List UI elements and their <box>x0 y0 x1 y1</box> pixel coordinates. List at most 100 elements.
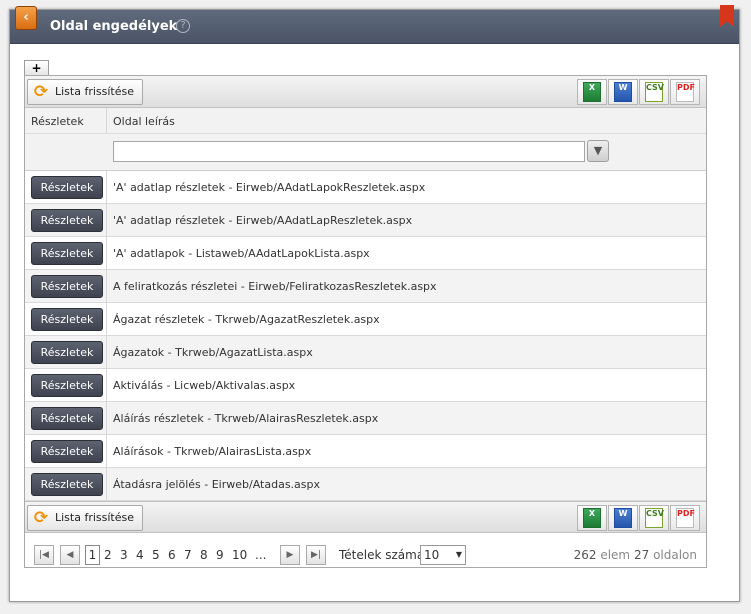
page-link[interactable]: 5 <box>152 548 160 562</box>
page-description: 'A' adatlapok - Listaweb/AAdatLapokLista… <box>113 247 370 260</box>
page-link[interactable]: 4 <box>136 548 144 562</box>
refresh-icon: ⟳ <box>33 508 49 528</box>
details-button[interactable]: Részletek <box>31 308 103 331</box>
table-row: Részletek 'A' adatlap részletek - Eirweb/… <box>25 171 706 204</box>
page-link[interactable]: 8 <box>200 548 208 562</box>
filter-icon: ▼ <box>593 144 603 157</box>
details-button[interactable]: Részletek <box>31 374 103 397</box>
export-buttons: X W CSV PDF <box>576 79 700 105</box>
page-description: Ágazat részletek - Tkrweb/AgazatReszlete… <box>113 313 380 326</box>
export-excel-button[interactable]: X <box>577 505 607 531</box>
word-icon: W <box>614 508 632 528</box>
prev-page-button[interactable]: ◀ <box>60 545 80 565</box>
export-excel-button[interactable]: X <box>577 79 607 105</box>
back-button[interactable]: ‹ <box>15 6 37 30</box>
word-icon: W <box>614 82 632 102</box>
table-row: Részletek Átadásra jelölés - Eirweb/Atada… <box>25 468 706 501</box>
next-page-icon: ▶ <box>286 550 294 560</box>
page-description: Aláírás részletek - Tkrweb/AlairasReszle… <box>113 412 379 425</box>
export-buttons: X W CSV PDF <box>576 505 700 531</box>
last-page-button[interactable]: ▶| <box>306 545 326 565</box>
page-link-current[interactable]: 1 <box>85 545 100 565</box>
page-link[interactable]: 7 <box>184 548 192 562</box>
csv-icon: CSV <box>645 82 664 102</box>
details-button[interactable]: Részletek <box>31 407 103 430</box>
pager-summary: 262 elem 27 oldalon <box>574 548 697 562</box>
page-link[interactable]: 9 <box>216 548 224 562</box>
page-description: 'A' adatlap részletek - Eirweb/AAdatLapR… <box>113 214 413 227</box>
refresh-label: Lista frissítése <box>55 85 135 98</box>
refresh-list-button[interactable]: ⟳ Lista frissítése <box>27 505 144 531</box>
table-row: Részletek Aktiválás - Licweb/Aktivalas.as… <box>25 369 706 402</box>
page-link[interactable]: 10 <box>232 548 247 562</box>
table-row: Részletek Ágazatok - Tkrweb/AgazatLista.a… <box>25 336 706 369</box>
grid-toolbar-top: ⟳ Lista frissítése X W CSV PDF <box>25 76 706 108</box>
details-button[interactable]: Részletek <box>31 275 103 298</box>
details-button[interactable]: Részletek <box>31 440 103 463</box>
total-items: 262 <box>573 548 597 562</box>
description-filter-input[interactable] <box>113 141 585 162</box>
page-size-select[interactable]: 10 ▼ <box>420 545 466 565</box>
table-row: Részletek A feliratkozás részletei - Eirw… <box>25 270 706 303</box>
items-word: elem <box>600 548 631 562</box>
details-button[interactable]: Részletek <box>31 209 103 232</box>
dropdown-arrow-icon: ▼ <box>455 550 462 559</box>
export-csv-button[interactable]: CSV <box>639 505 669 531</box>
page-title: Oldal engedélyek <box>50 19 178 34</box>
pdf-icon: PDF <box>676 82 695 102</box>
page-description: 'A' adatlap részletek - Eirweb/AAdatLapo… <box>113 181 426 194</box>
pages-word: oldalon <box>653 548 697 562</box>
pdf-icon: PDF <box>676 508 695 528</box>
table-header: Részletek Oldal leírás <box>25 108 706 134</box>
filter-button[interactable]: ▼ <box>587 140 609 162</box>
table-row: Részletek Ágazat részletek - Tkrweb/Agaza… <box>25 303 706 336</box>
page-size-label: Tételek száma: <box>339 548 429 562</box>
table-row: Részletek Aláírás részletek - Tkrweb/Alai… <box>25 402 706 435</box>
page-description: Aláírások - Tkrweb/AlairasLista.aspx <box>113 445 312 458</box>
excel-icon: X <box>583 508 601 528</box>
table-body: Részletek 'A' adatlap részletek - Eirweb/… <box>25 171 706 501</box>
pager: |◀ ◀ 1 2 3 4 5 6 7 8 9 10 ... ▶ ▶| Tétel… <box>24 538 707 572</box>
details-button[interactable]: Részletek <box>31 176 103 199</box>
first-page-button[interactable]: |◀ <box>34 545 54 565</box>
page-description: Átadásra jelölés - Eirweb/Atadas.aspx <box>113 478 321 491</box>
page-description: Aktiválás - Licweb/Aktivalas.aspx <box>113 379 296 392</box>
total-pages: 27 <box>633 548 650 562</box>
last-page-icon: ▶| <box>311 550 321 560</box>
page-link[interactable]: 6 <box>168 548 176 562</box>
details-button[interactable]: Részletek <box>31 242 103 265</box>
first-page-icon: |◀ <box>39 550 49 560</box>
export-word-button[interactable]: W <box>608 505 638 531</box>
excel-icon: X <box>583 82 601 102</box>
column-header-details[interactable]: Részletek <box>31 115 84 128</box>
grid-toolbar-bottom: ⟳ Lista frissítése X W CSV PDF <box>25 501 706 533</box>
next-page-button[interactable]: ▶ <box>280 545 300 565</box>
details-button[interactable]: Részletek <box>31 473 103 496</box>
refresh-list-button[interactable]: ⟳ Lista frissítése <box>27 79 144 105</box>
prev-page-icon: ◀ <box>66 550 74 560</box>
bookmark-icon[interactable] <box>720 5 734 27</box>
title-bar: ‹ Oldal engedélyek ? <box>10 5 739 44</box>
column-header-description[interactable]: Oldal leírás <box>113 115 175 128</box>
add-tab-button[interactable]: + <box>24 60 49 76</box>
filter-row: ▼ <box>25 134 706 171</box>
export-csv-button[interactable]: CSV <box>639 79 669 105</box>
export-word-button[interactable]: W <box>608 79 638 105</box>
help-icon[interactable]: ? <box>176 19 190 33</box>
table-row: Részletek Aláírások - Tkrweb/AlairasLista… <box>25 435 706 468</box>
export-pdf-button[interactable]: PDF <box>670 79 700 105</box>
page-link[interactable]: 3 <box>120 548 128 562</box>
table-row: Részletek 'A' adatlap részletek - Eirweb/… <box>25 204 706 237</box>
refresh-icon: ⟳ <box>33 82 49 102</box>
csv-icon: CSV <box>645 508 664 528</box>
export-pdf-button[interactable]: PDF <box>670 505 700 531</box>
page-link[interactable]: 2 <box>104 548 112 562</box>
page-description: Ágazatok - Tkrweb/AgazatLista.aspx <box>113 346 313 359</box>
page-size-value: 10 <box>424 548 440 562</box>
page-link-more[interactable]: ... <box>255 548 266 562</box>
chevron-left-icon: ‹ <box>23 10 29 25</box>
details-button[interactable]: Részletek <box>31 341 103 364</box>
data-grid: ⟳ Lista frissítése X W CSV PDF Részletek… <box>24 75 707 568</box>
page-description: A feliratkozás részletei - Eirweb/Felira… <box>113 280 437 293</box>
table-row: Részletek 'A' adatlapok - Listaweb/AAdatL… <box>25 237 706 270</box>
